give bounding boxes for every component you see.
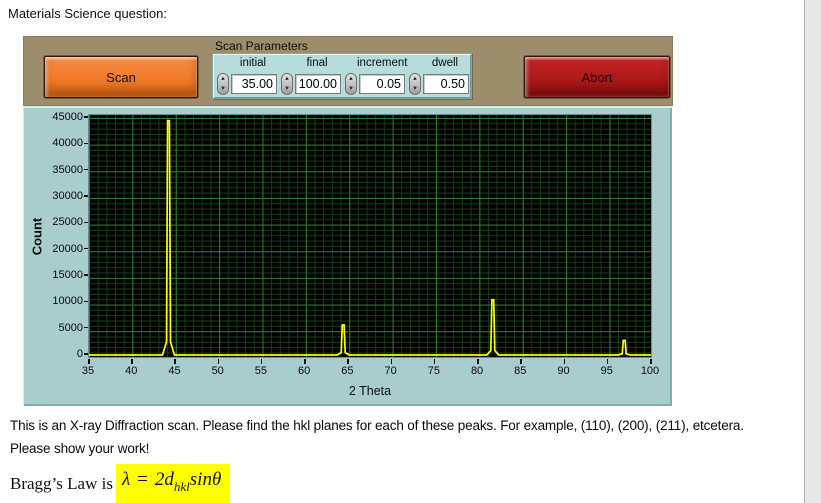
x-tick-mark (606, 359, 609, 364)
y-tick-label: 0 (77, 348, 88, 360)
scan-button[interactable]: Scan (44, 56, 198, 98)
y-axis-title: Count (29, 217, 45, 255)
spinner-up-icon[interactable]: ▲ (282, 74, 292, 84)
spinner-down-icon[interactable]: ▼ (410, 84, 420, 94)
formula-sintheta: sinθ (189, 469, 222, 490)
formula-lambda: λ (121, 469, 131, 490)
scan-button-label: Scan (106, 69, 136, 85)
x-tick-mark (217, 359, 220, 364)
y-tick-label: 30000 (52, 190, 88, 202)
formula-equals: = (137, 469, 148, 490)
x-tick-label: 80 (470, 365, 484, 377)
x-tick-mark (88, 359, 90, 364)
x-tick-label: 60 (298, 365, 311, 377)
x-tick-label: 90 (557, 365, 570, 377)
x-axis: 35 40 45 50 55 60 65 70 75 80 85 90 95 100 (82, 358, 659, 380)
x-tick-label: 35 (81, 365, 95, 377)
xrd-trace (89, 119, 651, 356)
field-dwell-label: dwell (431, 57, 459, 69)
increment-spinner[interactable]: ▲ ▼ (345, 73, 357, 95)
bragg-law-line: Bragg’s Law is λ = 2dhklsinθ (10, 464, 230, 503)
field-initial: initial ▲ ▼ 35.00 (217, 57, 279, 97)
vertical-scrollbar[interactable] (804, 0, 821, 503)
x-tick-mark (390, 359, 393, 364)
x-tick-label: 100 (640, 365, 660, 377)
final-spinner[interactable]: ▲ ▼ (281, 73, 293, 95)
y-tick-label: 35000 (52, 164, 88, 176)
formula-2d: 2d (154, 469, 174, 490)
bragg-prefix: Bragg’s Law is (10, 473, 113, 493)
x-tick-label: 55 (254, 365, 268, 377)
question-line-2: Please show your work! (10, 441, 150, 456)
x-tick-label: 75 (427, 365, 440, 377)
x-tick-label: 50 (211, 365, 224, 377)
x-tick-mark (520, 359, 522, 364)
initial-value-field[interactable]: 35.00 (231, 74, 277, 94)
increment-value-field[interactable]: 0.05 (359, 74, 405, 94)
dwell-value-field[interactable]: 0.50 (423, 74, 469, 94)
abort-button-label: Abort (581, 69, 613, 85)
question-text: This is an X-ray Diffraction scan. Pleas… (10, 414, 790, 460)
xrd-trace-path (89, 119, 651, 356)
spinner-up-icon[interactable]: ▲ (346, 74, 356, 84)
x-tick-mark (174, 359, 176, 364)
page-title: Materials Science question: (8, 6, 167, 21)
x-tick-mark (563, 359, 566, 364)
initial-spinner[interactable]: ▲ ▼ (217, 73, 229, 95)
dwell-spinner[interactable]: ▲ ▼ (409, 73, 421, 95)
x-tick-label: 70 (384, 365, 397, 377)
y-axis: 0 5000 10000 15000 20000 25000 30000 35000 40000… (47, 111, 88, 360)
y-tick-label: 25000 (52, 216, 88, 228)
x-tick-label: 95 (600, 365, 613, 377)
x-axis-title: 2 Theta (348, 384, 392, 398)
x-tick-label: 45 (168, 365, 181, 377)
field-final: final ▲ ▼ 100.00 (281, 57, 343, 97)
y-tick-label: 45000 (52, 111, 88, 123)
field-dwell: dwell ▲ ▼ 0.50 (409, 57, 471, 97)
x-tick-mark (650, 359, 652, 364)
y-tick-label: 10000 (52, 295, 88, 307)
bragg-formula-highlight: λ = 2dhklsinθ (115, 464, 230, 503)
y-tick-label: 15000 (52, 269, 88, 281)
x-tick-mark (304, 359, 306, 364)
x-tick-label: 65 (341, 365, 354, 377)
plot-area (88, 114, 652, 358)
x-tick-mark (347, 359, 349, 364)
scan-parameters-label: Scan Parameters (215, 39, 308, 53)
x-tick-label: 85 (514, 365, 527, 377)
spinner-down-icon[interactable]: ▼ (218, 84, 228, 94)
spinner-down-icon[interactable]: ▼ (282, 84, 292, 94)
formula-subscript-hkl: hkl (173, 479, 190, 494)
field-initial-label: initial (239, 57, 267, 69)
field-final-label: final (306, 57, 328, 69)
control-bar: Scan Scan Parameters initial ▲ ▼ 35.00 fi… (23, 36, 673, 106)
x-tick-label: 40 (125, 365, 138, 377)
x-tick-mark (260, 359, 263, 364)
x-tick-mark (477, 359, 479, 364)
spinner-up-icon[interactable]: ▲ (410, 74, 420, 84)
x-tick-mark (433, 359, 436, 364)
y-tick-label: 5000 (59, 322, 88, 334)
y-tick-label: 40000 (52, 137, 88, 149)
abort-button[interactable]: Abort (524, 56, 670, 98)
scan-parameters-cluster: initial ▲ ▼ 35.00 final ▲ ▼ 100.00 increme… (212, 53, 472, 99)
y-tick-label: 20000 (52, 243, 88, 255)
spinner-up-icon[interactable]: ▲ (218, 74, 228, 84)
x-tick-mark (131, 359, 133, 364)
field-increment: increment ▲ ▼ 0.05 (345, 57, 408, 97)
y-axis-title-wrap: Count (25, 114, 49, 358)
spinner-down-icon[interactable]: ▼ (346, 84, 356, 94)
xrd-plot-panel: Count 0 5000 10000 15000 20000 25000 30000 3500… (23, 106, 672, 406)
field-increment-label: increment (357, 57, 408, 69)
question-line-1: This is an X-ray Diffraction scan. Pleas… (10, 418, 744, 433)
final-value-field[interactable]: 100.00 (295, 74, 341, 94)
